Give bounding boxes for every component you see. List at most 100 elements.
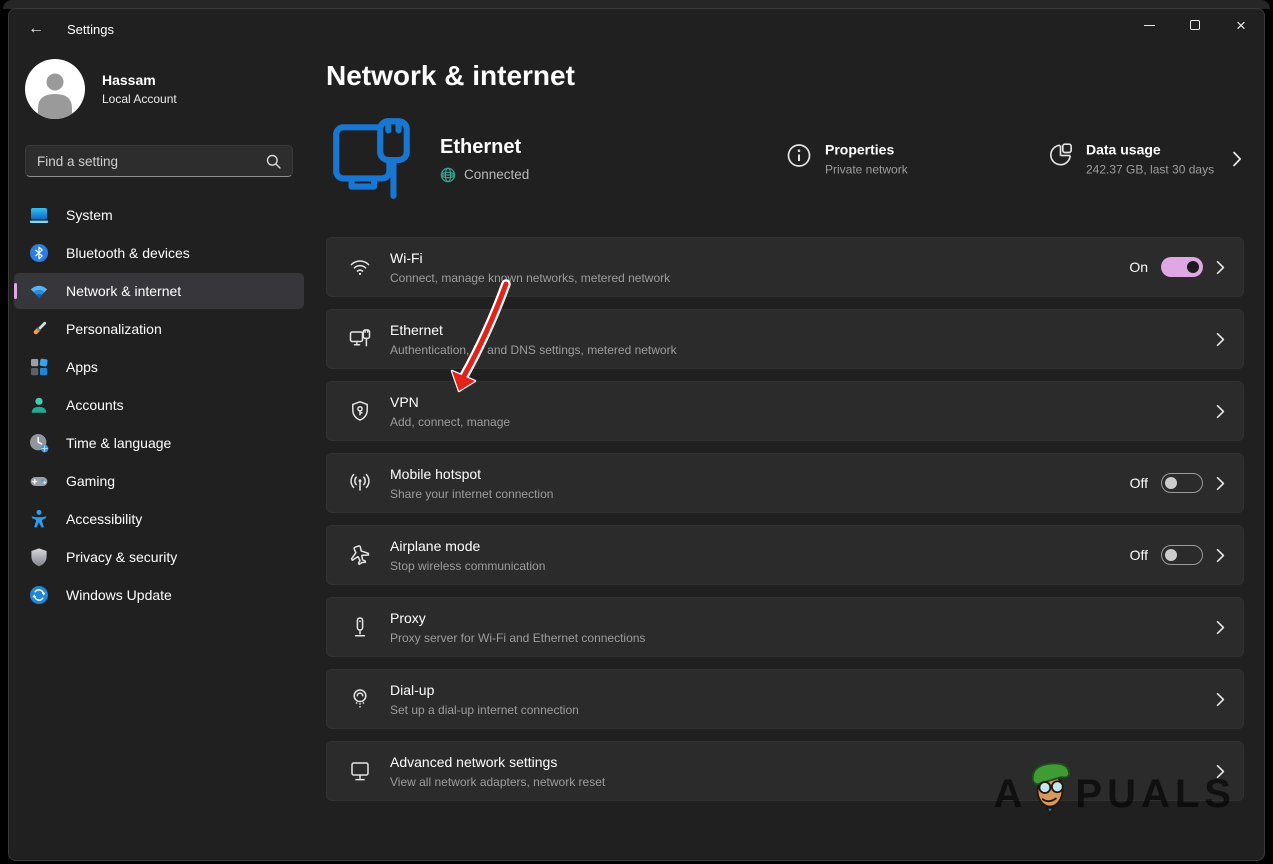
row-subtitle: Add, connect, manage <box>390 415 510 429</box>
row-subtitle: Set up a dial-up internet connection <box>390 703 579 717</box>
person-icon <box>25 59 85 119</box>
row-subtitle: Share your internet connection <box>390 487 553 501</box>
sidebar-item-accessibility[interactable]: Accessibility <box>14 501 304 537</box>
row-subtitle: Connect, manage known networks, metered … <box>390 271 670 285</box>
settings-row-dial-up[interactable]: Dial-up Set up a dial-up internet connec… <box>326 669 1244 729</box>
settings-row-proxy[interactable]: Proxy Proxy server for Wi-Fi and Etherne… <box>326 597 1244 657</box>
toggle-mobile-hotspot[interactable] <box>1161 473 1203 493</box>
settings-row-airplane-mode[interactable]: Airplane mode Stop wireless communicatio… <box>326 525 1244 585</box>
ethernet-icon <box>347 327 373 351</box>
toggle-state-label: Off <box>1130 475 1148 491</box>
sidebar-item-system[interactable]: System <box>14 197 304 233</box>
sidebar: Hassam Local Account System Bluetooth & … <box>9 45 309 860</box>
bluetooth-icon <box>29 243 49 263</box>
airplane-icon <box>347 543 373 567</box>
chevron-right-icon <box>1216 476 1225 491</box>
minimize-button[interactable] <box>1126 9 1172 41</box>
row-subtitle: View all network adapters, network reset <box>390 775 605 789</box>
data-usage-title: Data usage <box>1086 142 1214 158</box>
row-subtitle: Proxy server for Wi-Fi and Ethernet conn… <box>390 631 645 645</box>
sidebar-item-windows-update[interactable]: Windows Update <box>14 577 304 613</box>
minimize-icon <box>1144 25 1155 26</box>
row-title: VPN <box>390 394 510 410</box>
main-content: Network & internet Ethernet <box>309 45 1264 860</box>
back-arrow-icon: ← <box>28 20 44 38</box>
properties-subtitle: Private network <box>825 163 908 177</box>
row-title: Airplane mode <box>390 538 545 554</box>
titlebar: ← Settings × <box>9 9 1264 45</box>
properties-title: Properties <box>825 142 908 158</box>
maximize-icon <box>1190 20 1200 30</box>
personalization-icon <box>29 319 49 339</box>
row-subtitle: Authentication, IP and DNS settings, met… <box>390 343 677 357</box>
sidebar-item-label: Personalization <box>66 321 162 337</box>
sidebar-item-time-language[interactable]: Time & language <box>14 425 304 461</box>
globe-icon <box>440 167 456 183</box>
connection-hero: Ethernet Connected <box>326 113 1244 205</box>
close-icon: × <box>1236 17 1246 34</box>
settings-row-wi-fi[interactable]: Wi-Fi Connect, manage known networks, me… <box>326 237 1244 297</box>
row-title: Ethernet <box>390 322 677 338</box>
sidebar-item-gaming[interactable]: Gaming <box>14 463 304 499</box>
profile-block[interactable]: Hassam Local Account <box>25 59 309 119</box>
proxy-icon <box>347 615 373 639</box>
accounts-icon <box>29 395 49 415</box>
sidebar-item-apps[interactable]: Apps <box>14 349 304 385</box>
search-box[interactable] <box>25 145 293 177</box>
settings-row-vpn[interactable]: VPN Add, connect, manage <box>326 381 1244 441</box>
wifi-icon <box>347 255 373 279</box>
sidebar-item-label: Accounts <box>66 397 124 413</box>
settings-row-ethernet[interactable]: Ethernet Authentication, IP and DNS sett… <box>326 309 1244 369</box>
row-subtitle: Stop wireless communication <box>390 559 545 573</box>
app-title: Settings <box>67 18 114 37</box>
properties-block[interactable]: Properties Private network <box>786 142 908 177</box>
row-title: Mobile hotspot <box>390 466 553 482</box>
row-title: Dial-up <box>390 682 579 698</box>
close-button[interactable]: × <box>1218 9 1264 41</box>
pie-chart-icon <box>1048 143 1073 168</box>
sidebar-item-personalization[interactable]: Personalization <box>14 311 304 347</box>
chevron-right-icon <box>1216 548 1225 563</box>
sidebar-item-accounts[interactable]: Accounts <box>14 387 304 423</box>
privacy-security-icon <box>29 547 49 567</box>
connection-name: Ethernet <box>440 136 529 159</box>
data-usage-block[interactable]: Data usage 242.37 GB, last 30 days <box>1048 142 1214 177</box>
settings-row-advanced-network-settings[interactable]: Advanced network settings View all netwo… <box>326 741 1244 801</box>
sidebar-item-privacy-security[interactable]: Privacy & security <box>14 539 304 575</box>
apps-icon <box>29 357 49 377</box>
windows-update-icon <box>29 585 49 605</box>
toggle-airplane-mode[interactable] <box>1161 545 1203 565</box>
toggle-state-label: On <box>1129 259 1148 275</box>
settings-row-mobile-hotspot[interactable]: Mobile hotspot Share your internet conne… <box>326 453 1244 513</box>
chevron-right-icon <box>1216 332 1225 347</box>
toggle-wi-fi[interactable] <box>1161 257 1203 277</box>
data-usage-subtitle: 242.37 GB, last 30 days <box>1086 163 1214 177</box>
vpn-shield-icon <box>347 399 373 423</box>
chevron-right-icon <box>1216 620 1225 635</box>
sidebar-item-label: Accessibility <box>66 511 142 527</box>
sidebar-item-label: Gaming <box>66 473 115 489</box>
system-icon <box>29 205 49 225</box>
back-button[interactable]: ← <box>19 15 53 43</box>
row-title: Proxy <box>390 610 645 626</box>
search-icon <box>266 154 281 169</box>
network-icon <box>29 281 49 301</box>
settings-rows: Wi-Fi Connect, manage known networks, me… <box>326 237 1244 801</box>
profile-account-type: Local Account <box>102 92 177 106</box>
profile-name: Hassam <box>102 72 177 88</box>
sidebar-item-bluetooth-devices[interactable]: Bluetooth & devices <box>14 235 304 271</box>
sidebar-item-label: System <box>66 207 113 223</box>
chevron-right-icon <box>1216 692 1225 707</box>
sidebar-item-network-internet[interactable]: Network & internet <box>14 273 304 309</box>
sidebar-item-label: Bluetooth & devices <box>66 245 190 261</box>
chevron-right-icon <box>1216 260 1225 275</box>
maximize-button[interactable] <box>1172 9 1218 41</box>
row-title: Wi-Fi <box>390 250 670 266</box>
sidebar-nav: System Bluetooth & devices Network & int… <box>9 197 309 613</box>
search-input[interactable] <box>37 154 266 169</box>
chevron-right-icon <box>1216 764 1225 779</box>
ethernet-hero-icon <box>326 113 418 205</box>
chevron-right-icon <box>1232 151 1242 168</box>
window-controls: × <box>1126 9 1264 41</box>
row-title: Advanced network settings <box>390 754 605 770</box>
